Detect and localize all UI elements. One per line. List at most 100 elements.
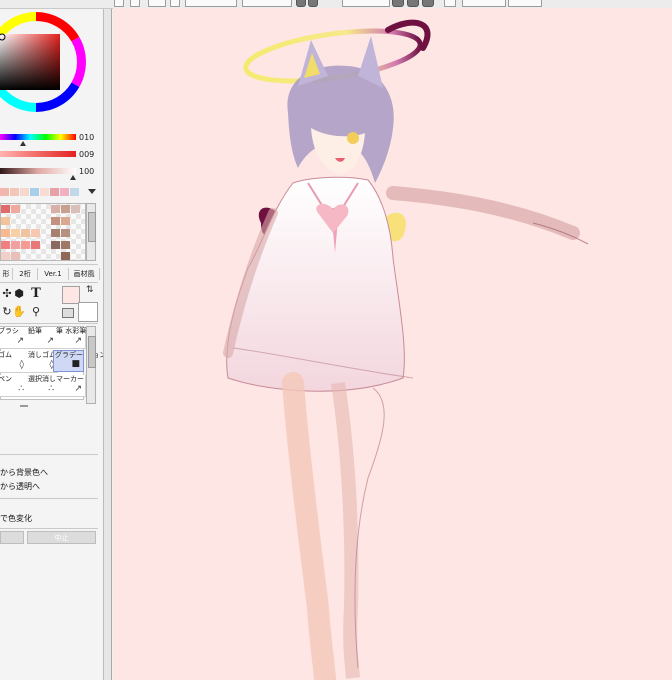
brush-scroll-thumb[interactable] (88, 336, 96, 368)
gradient-option-color-change[interactable]: で色変化 (0, 513, 32, 524)
swatch[interactable] (1, 217, 10, 225)
gradation-icon: ■ (71, 359, 80, 369)
saturation-value: 009 (79, 150, 95, 159)
swatch[interactable] (60, 188, 69, 196)
left-tool-panel: 010 009 100 形 2桁 Ver.1 画材風 ✣ ⬢ T ↻ ✋ ⚲ ⇅… (0, 0, 104, 680)
stabilizer-field[interactable] (508, 0, 542, 7)
swatch[interactable] (70, 188, 79, 196)
swatch[interactable] (31, 229, 40, 237)
toolbar-button[interactable] (422, 0, 434, 7)
swatch[interactable] (40, 188, 49, 196)
zoom-field[interactable] (242, 0, 292, 7)
hand-tool-icon[interactable]: ✋ (12, 305, 26, 319)
swatch[interactable] (1, 241, 10, 249)
swatch[interactable] (11, 252, 20, 260)
brush-scrollbar[interactable] (86, 326, 96, 404)
bucket-tool-icon[interactable]: ⬢ (12, 287, 26, 301)
panel-splitter[interactable] (104, 0, 112, 680)
secondary-color-swatch[interactable] (78, 302, 98, 322)
hue-slider[interactable] (0, 134, 76, 140)
swatch[interactable] (20, 188, 29, 196)
pencil-icon: ↗ (46, 336, 54, 346)
swatch[interactable] (61, 205, 70, 213)
swatch[interactable] (1, 229, 10, 237)
brush-item-eraser[interactable]: ゴム ◊ (0, 351, 28, 373)
swatch[interactable] (51, 229, 60, 237)
swatch[interactable] (51, 241, 60, 249)
saturation-slider[interactable] (0, 151, 76, 157)
toolbar-button[interactable] (130, 0, 140, 7)
hsv-sliders: 010 009 100 (0, 133, 103, 184)
swatch-palette (0, 203, 86, 261)
swatch[interactable] (1, 252, 10, 260)
pen-icon: ∴ (18, 384, 24, 394)
swatch[interactable] (50, 188, 59, 196)
gradient-option-to-background[interactable]: から背景色へ (0, 467, 48, 478)
toolbar-button[interactable] (444, 0, 456, 7)
swatch[interactable] (61, 241, 70, 249)
brush-item-brush[interactable]: ブラシ ↗ (0, 327, 28, 349)
ok-button[interactable] (0, 531, 24, 544)
swatch[interactable] (61, 229, 70, 237)
toolbar-field[interactable] (185, 0, 237, 7)
brush-item-selection-eraser[interactable]: 選択消し ∴ (27, 375, 58, 397)
eyedropper-tool-icon[interactable]: ⚲ (29, 305, 43, 319)
toolbar-button[interactable] (114, 0, 124, 7)
swatch[interactable] (10, 188, 19, 196)
swatch[interactable] (61, 252, 70, 260)
brush-item-marker[interactable]: マーカー ↗ (55, 375, 86, 397)
tab-texture[interactable]: 画材風 (69, 268, 100, 280)
swatch[interactable] (31, 241, 40, 249)
dropdown-arrow-icon[interactable] (88, 189, 96, 194)
swatch[interactable] (21, 241, 30, 249)
brush-label: 筆 水彩筆 (56, 327, 87, 335)
swatch[interactable] (21, 229, 30, 237)
swatch[interactable] (11, 229, 20, 237)
brush-label: マーカー (56, 375, 84, 383)
eraser-icon: ◊ (19, 360, 24, 370)
stabilizer-label (462, 0, 506, 7)
toolbar-button[interactable] (148, 0, 166, 7)
toolbar-button[interactable] (392, 0, 404, 7)
brush-icon: ↗ (16, 336, 24, 346)
palette-scroll-thumb[interactable] (88, 212, 96, 242)
drawing-canvas[interactable] (113, 8, 672, 680)
swatch[interactable] (11, 205, 20, 213)
tab-two-digit[interactable]: 2桁 (13, 268, 38, 280)
toolbar-button[interactable] (308, 0, 318, 7)
swatch[interactable] (61, 217, 70, 225)
panel-grip-icon[interactable] (20, 405, 28, 407)
brush-label: 選択消し (28, 375, 56, 383)
swatch[interactable] (1, 205, 10, 213)
swatch[interactable] (51, 205, 60, 213)
brush-item-pen[interactable]: ペン ∴ (0, 375, 28, 397)
brush-item-pencil[interactable]: 鉛筆 ↗ (27, 327, 58, 349)
text-tool-icon[interactable]: T (29, 287, 43, 301)
tab-shape[interactable]: 形 (0, 268, 13, 280)
hue-marker-icon (20, 141, 26, 146)
value-value: 100 (79, 167, 95, 176)
transparency-toggle-icon[interactable] (62, 308, 74, 318)
color-wheel[interactable] (0, 0, 104, 128)
brush-tool-grid: ブラシ ↗ 鉛筆 ↗ 筆 水彩筆 ↗ ゴム ◊ 消しゴム ぼかし ◊ グラデー … (0, 326, 103, 400)
brush-item-watercolor[interactable]: 筆 水彩筆 ↗ (55, 327, 86, 349)
swatch[interactable] (0, 188, 9, 196)
toolbar-button[interactable] (296, 0, 306, 7)
rotation-field[interactable] (342, 0, 390, 7)
hue-value: 010 (79, 133, 95, 142)
sketch-artwork (223, 19, 589, 680)
toolbar-button[interactable] (170, 0, 180, 7)
swap-colors-icon[interactable]: ⇅ (86, 285, 94, 295)
cancel-button[interactable]: 中止 (27, 531, 96, 544)
brush-item-gradation[interactable]: グラデー ション ■ (53, 350, 103, 372)
swatch[interactable] (51, 217, 60, 225)
palette-scrollbar[interactable] (86, 203, 96, 261)
value-slider[interactable] (0, 168, 76, 174)
gradient-option-to-transparent[interactable]: から透明へ (0, 481, 40, 492)
value-marker-icon (70, 175, 76, 180)
swatch[interactable] (71, 205, 80, 213)
swatch[interactable] (11, 241, 20, 249)
tab-version[interactable]: Ver.1 (38, 268, 69, 280)
swatch[interactable] (30, 188, 39, 196)
toolbar-button[interactable] (407, 0, 419, 7)
